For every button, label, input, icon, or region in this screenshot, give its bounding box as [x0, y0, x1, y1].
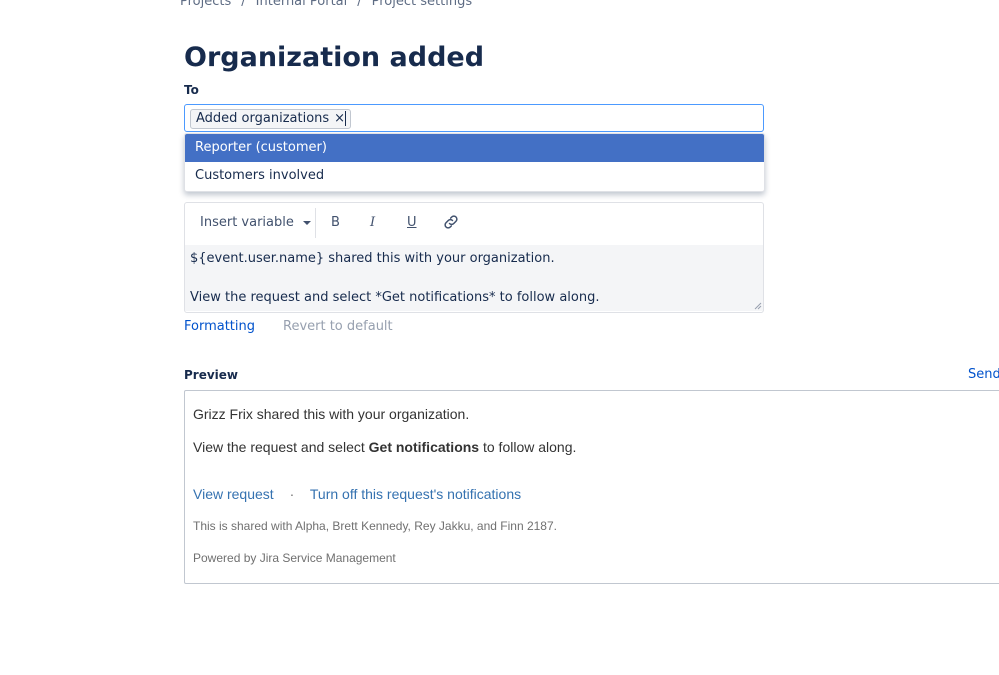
toolbar-divider: [315, 208, 316, 238]
breadcrumb-projects[interactable]: Projects: [180, 0, 231, 9]
send-link[interactable]: Send: [968, 367, 999, 382]
editor-line: View the request and select *Get notific…: [190, 290, 600, 305]
page-title: Organization added: [184, 42, 485, 73]
italic-button[interactable]: I: [370, 212, 375, 234]
content-textarea[interactable]: ${event.user.name} shared this with your…: [185, 245, 763, 311]
underline-button[interactable]: U: [407, 212, 417, 234]
breadcrumb-internal-portal[interactable]: Internal Portal: [256, 0, 348, 9]
editor-line: ${event.user.name} shared this with your…: [190, 251, 555, 266]
recipient-chip-label: Added organizations: [196, 111, 330, 126]
preview-instruction-prefix: View the request and select: [193, 439, 369, 455]
breadcrumb-project-settings[interactable]: Project settings: [372, 0, 472, 9]
preview-shared-with: This is shared with Alpha, Brett Kennedy…: [193, 519, 557, 533]
breadcrumb: Projects / Internal Portal / Project setting…: [180, 0, 472, 9]
turn-off-notifications-link[interactable]: Turn off this request's notifications: [310, 486, 521, 502]
recipient-dropdown-menu: Reporter (customer) Customers involved: [184, 133, 765, 192]
breadcrumb-separator: /: [357, 0, 362, 9]
dropdown-option-customers-involved[interactable]: Customers involved: [185, 162, 764, 190]
editor-toolbar: Insert variable B I U: [185, 203, 763, 243]
preview-instruction-bold: Get notifications: [368, 439, 480, 455]
insert-variable-dropdown[interactable]: Insert variable: [200, 212, 312, 234]
email-preview: Grizz Frix shared this with your organiz…: [184, 390, 999, 584]
preview-shared-text: Grizz Frix shared this with your organiz…: [193, 406, 470, 422]
to-recipient-input[interactable]: Added organizations ×: [184, 104, 764, 132]
content-editor: Insert variable B I U ${event.user.name}…: [184, 202, 764, 313]
dropdown-option-reporter[interactable]: Reporter (customer): [185, 134, 764, 162]
link-button[interactable]: [442, 213, 460, 235]
preview-instruction-suffix: to follow along.: [479, 439, 577, 455]
resize-handle-icon[interactable]: [754, 302, 762, 310]
chevron-down-icon: [303, 220, 312, 225]
preview-label: Preview: [184, 368, 239, 382]
recipient-chip: Added organizations ×: [190, 109, 352, 129]
link-icon: [444, 215, 458, 229]
remove-chip-button[interactable]: ×: [334, 111, 345, 126]
text-cursor: [345, 111, 346, 126]
view-request-link[interactable]: View request: [193, 486, 274, 502]
to-field-label: To: [184, 83, 199, 97]
formatting-link[interactable]: Formatting: [184, 319, 255, 334]
preview-instruction: View the request and select Get notifica…: [193, 439, 576, 455]
insert-variable-label: Insert variable: [200, 215, 294, 230]
preview-powered-by: Powered by Jira Service Management: [193, 551, 396, 565]
link-separator: ·: [289, 486, 295, 502]
preview-links: View request · Turn off this request's n…: [193, 486, 521, 502]
revert-to-default-link[interactable]: Revert to default: [283, 319, 393, 334]
breadcrumb-separator: /: [241, 0, 246, 9]
bold-button[interactable]: B: [331, 212, 340, 234]
